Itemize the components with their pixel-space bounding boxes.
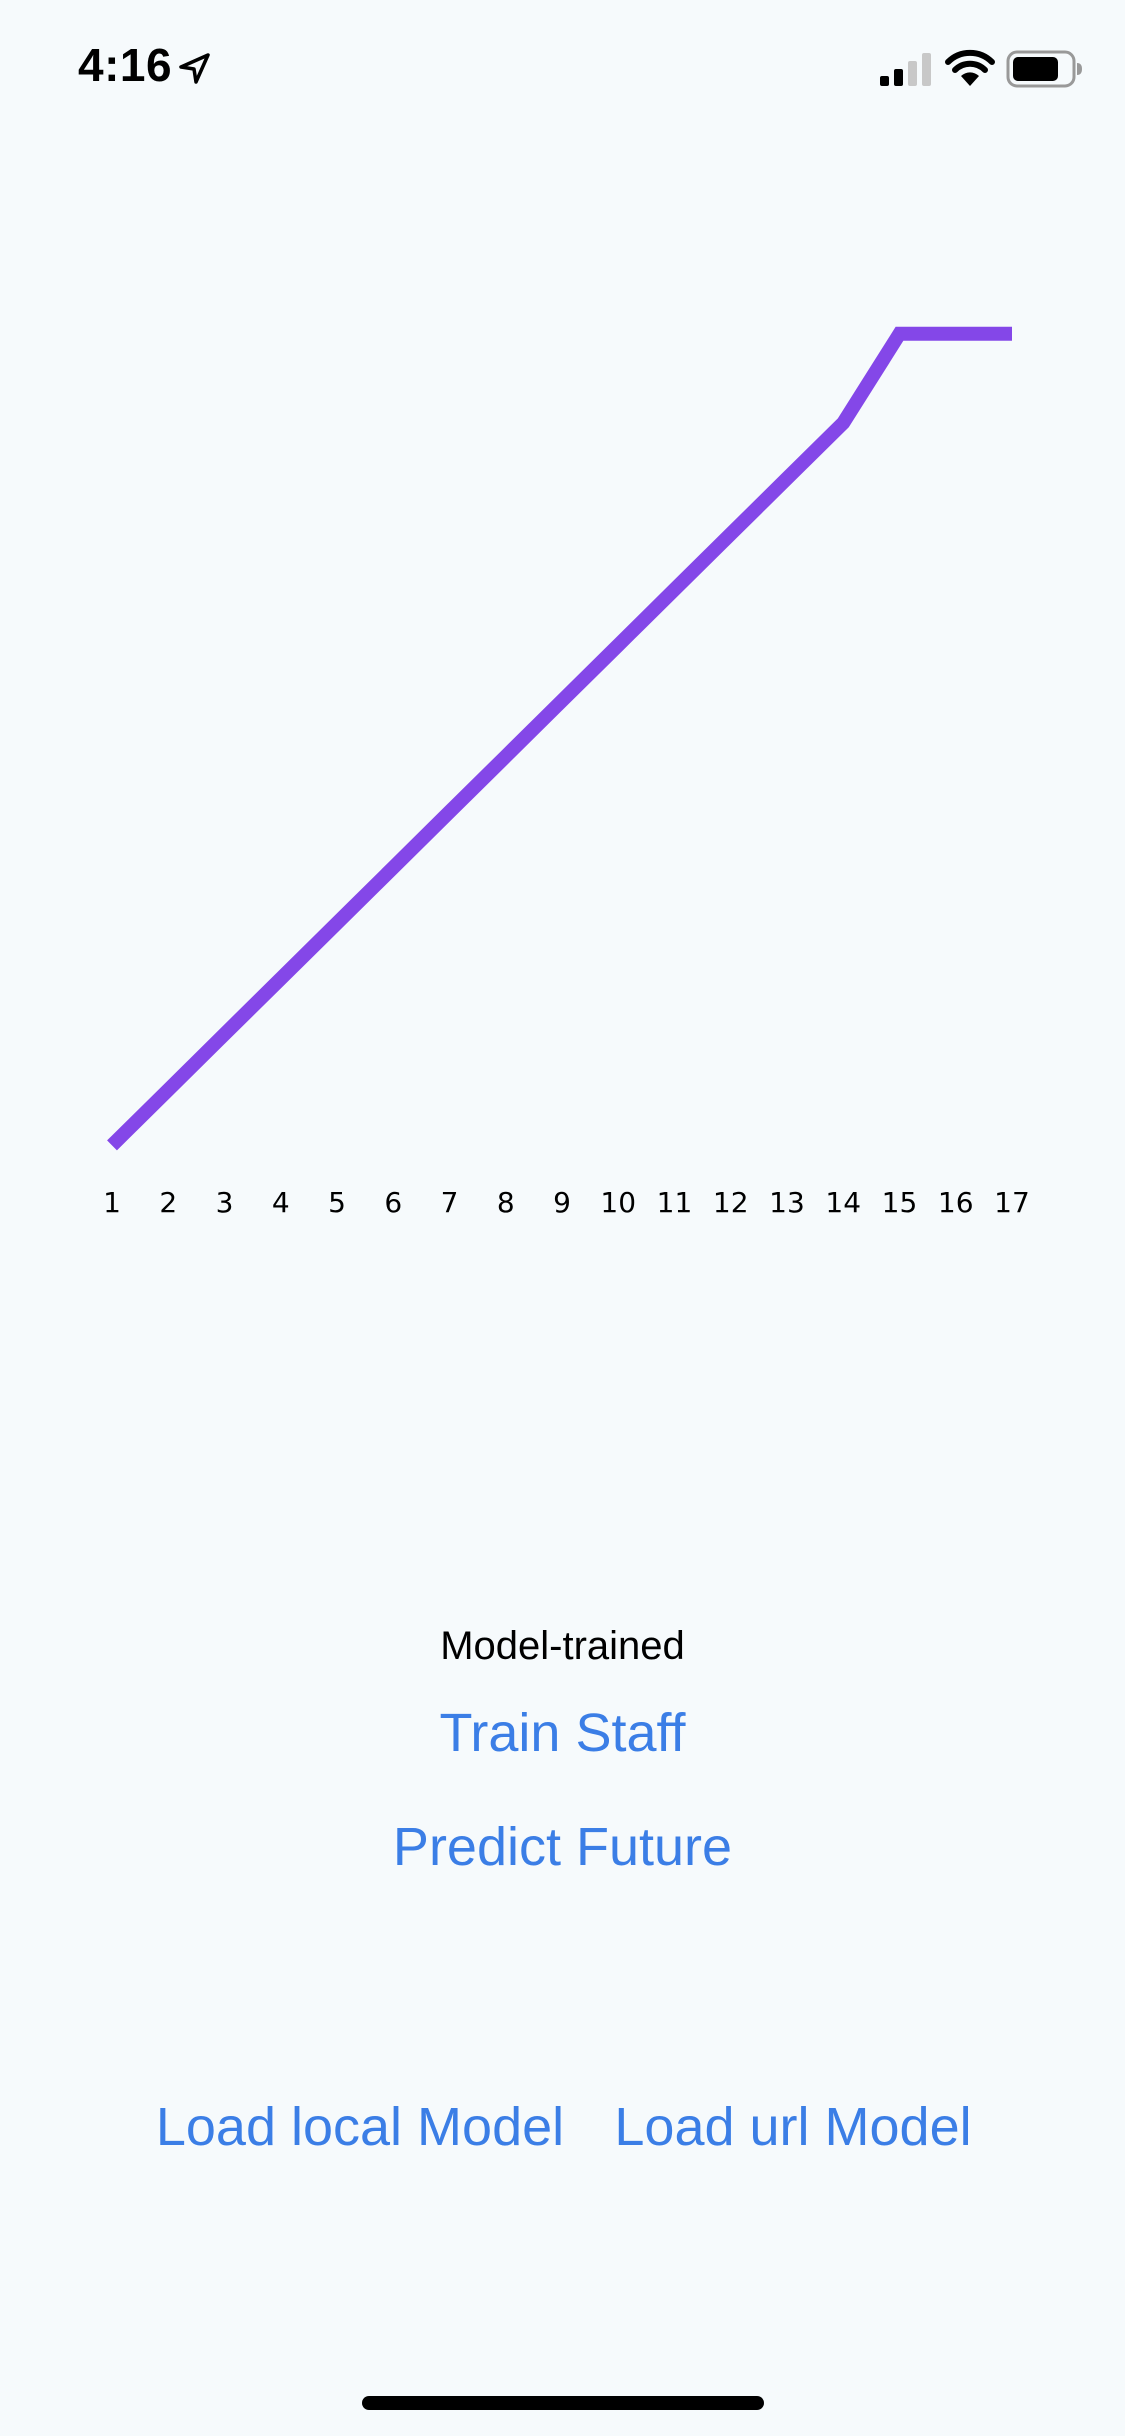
- x-tick-label: 7: [441, 1186, 459, 1219]
- x-axis-tick-labels: 1 2 3 4 5 6 7 8 9 10 11 12 13 14 15 16 17: [103, 1186, 1030, 1219]
- load-local-model-button[interactable]: Load local Model: [150, 2096, 570, 2158]
- series-line: [107, 326, 1012, 1151]
- x-tick-label: 1: [103, 1186, 121, 1219]
- x-tick-label: 14: [825, 1186, 861, 1219]
- line-chart: 1 2 3 4 5 6 7 8 9 10 11 12 13 14 15 16 17: [103, 326, 1030, 1219]
- model-status-label: Model-trained: [440, 1624, 685, 1668]
- x-tick-label: 15: [882, 1186, 918, 1219]
- x-tick-label: 2: [159, 1186, 177, 1219]
- x-tick-label: 3: [216, 1186, 234, 1219]
- x-tick-label: 5: [328, 1186, 346, 1219]
- x-tick-label: 11: [657, 1186, 693, 1219]
- home-indicator[interactable]: [362, 2396, 764, 2410]
- x-tick-label: 9: [553, 1186, 571, 1219]
- train-staff-button[interactable]: Train Staff: [0, 1702, 1125, 1764]
- x-tick-label: 12: [713, 1186, 749, 1219]
- x-tick-label: 8: [497, 1186, 515, 1219]
- x-tick-label: 4: [272, 1186, 290, 1219]
- load-url-model-button[interactable]: Load url Model: [608, 2096, 978, 2158]
- x-tick-label: 10: [600, 1186, 636, 1219]
- x-tick-label: 16: [938, 1186, 974, 1219]
- predict-future-button[interactable]: Predict Future: [0, 1816, 1125, 1878]
- x-tick-label: 13: [769, 1186, 805, 1219]
- x-tick-label: 6: [384, 1186, 402, 1219]
- x-tick-label: 17: [994, 1186, 1030, 1219]
